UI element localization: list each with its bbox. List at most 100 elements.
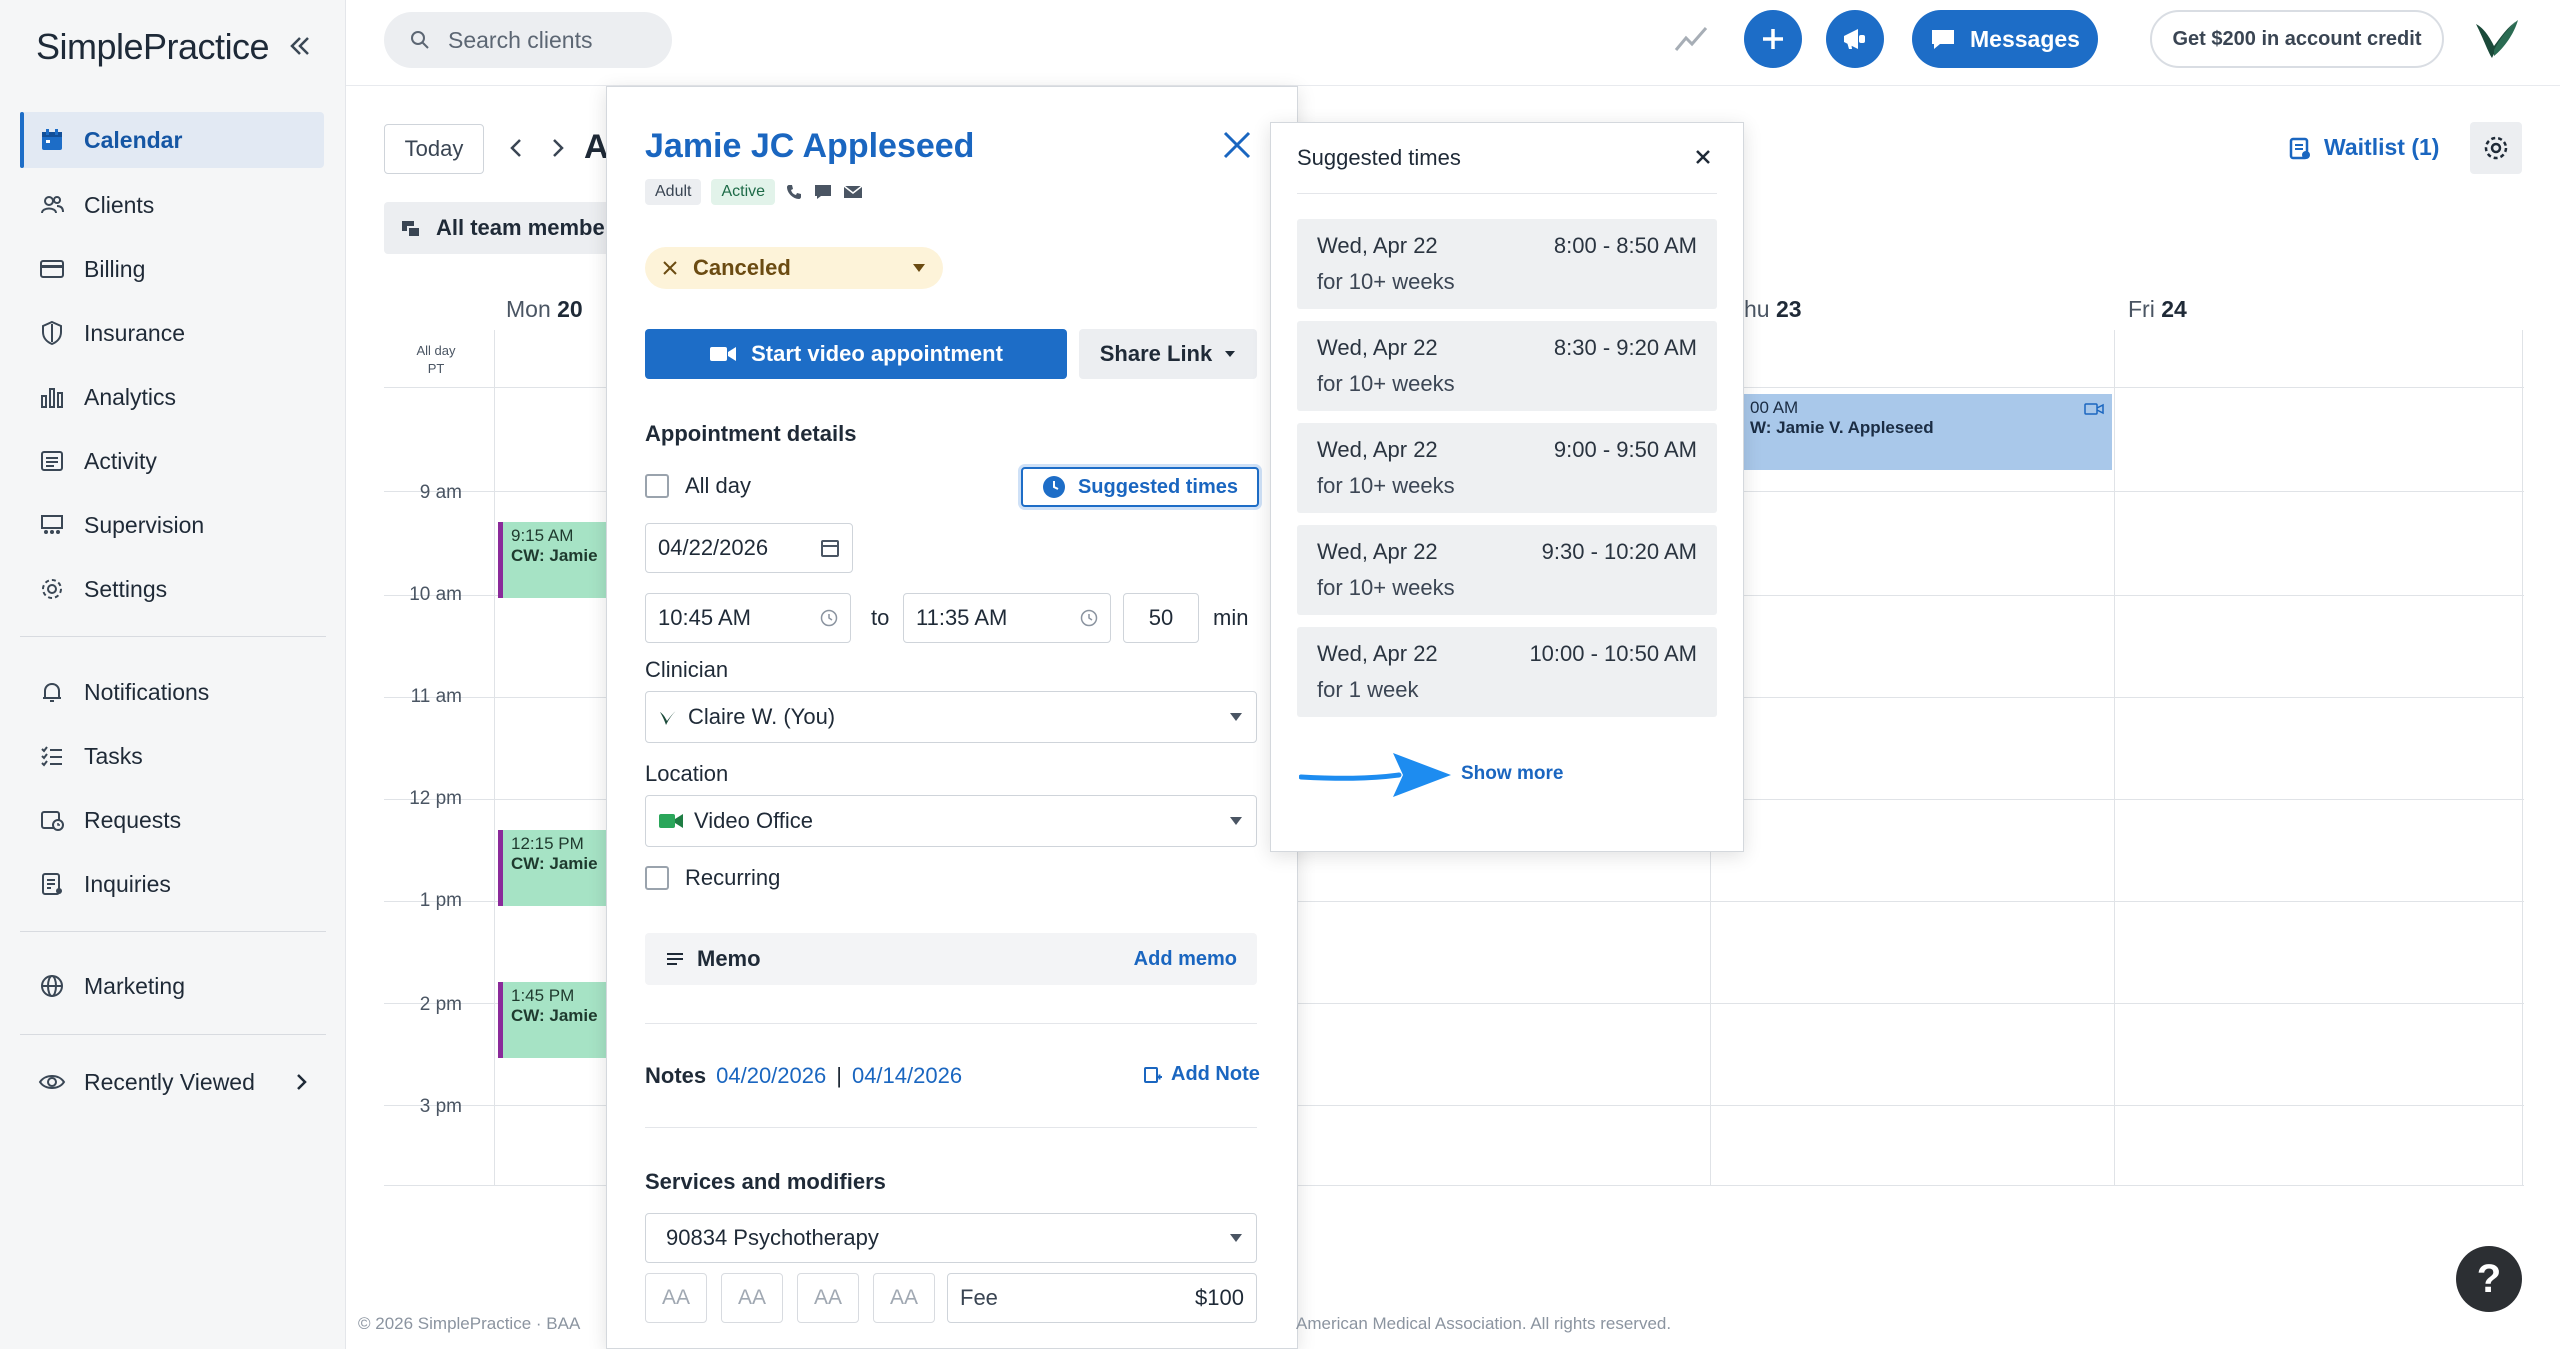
- calendar-event[interactable]: 12:15 PM CW: Jamie: [498, 830, 608, 906]
- sidebar-item-marketing[interactable]: Marketing: [20, 958, 324, 1014]
- start-time-field[interactable]: 10:45 AM: [645, 593, 851, 643]
- active-chip: Active: [711, 179, 776, 205]
- fee-value: $100: [1195, 1285, 1244, 1310]
- sidebar-item-label: Settings: [84, 575, 168, 602]
- sidebar-item-label: Inquiries: [84, 870, 171, 897]
- status-dropdown[interactable]: Canceled: [645, 247, 943, 289]
- sidebar-item-calendar[interactable]: Calendar: [20, 112, 324, 168]
- modifier-input[interactable]: AA: [721, 1273, 783, 1323]
- chevron-right-icon[interactable]: [548, 136, 568, 160]
- help-button[interactable]: ?: [2456, 1246, 2522, 1312]
- tasks-icon: [20, 743, 84, 769]
- sidebar-item-tasks[interactable]: Tasks: [20, 728, 324, 784]
- sidebar-item-notifications[interactable]: Notifications: [20, 664, 324, 720]
- calendar-event[interactable]: 9:15 AM CW: Jamie: [498, 522, 608, 598]
- start-time-value: 10:45 AM: [658, 605, 751, 630]
- simplepractice-logo[interactable]: SimplePractice: [36, 26, 270, 68]
- sidebar-item-clients[interactable]: Clients: [20, 177, 324, 233]
- trend-icon[interactable]: [1674, 24, 1708, 54]
- note-link[interactable]: 04/14/2026: [852, 1063, 962, 1089]
- phone-icon[interactable]: [785, 183, 803, 201]
- sidebar-item-supervision[interactable]: Supervision: [20, 497, 324, 553]
- sidebar-item-recently-viewed[interactable]: Recently Viewed: [20, 1054, 324, 1110]
- clock-icon: [1042, 476, 1065, 498]
- date-range-title: A: [584, 128, 609, 166]
- memo-lines-icon: [667, 953, 683, 965]
- caret-down-icon: [913, 264, 925, 272]
- suggested-slot[interactable]: Wed, Apr 22 10:00 - 10:50 AM for 1 week: [1297, 627, 1717, 717]
- sidebar-item-requests[interactable]: Requests: [20, 792, 324, 848]
- sidebar-divider: [20, 1034, 326, 1035]
- show-more-link[interactable]: Show more: [1461, 763, 1563, 785]
- sidebar-item-inquiries[interactable]: Inquiries: [20, 856, 324, 912]
- sidebar-item-activity[interactable]: Activity: [20, 433, 324, 489]
- collapse-sidebar-icon[interactable]: [284, 30, 316, 62]
- suggested-slot[interactable]: Wed, Apr 22 9:30 - 10:20 AM for 10+ weeks: [1297, 525, 1717, 615]
- note-link[interactable]: 04/20/2026: [716, 1063, 826, 1089]
- analytics-icon: [20, 384, 84, 410]
- all-day-checkbox-row[interactable]: All day: [645, 473, 751, 499]
- status-label: Canceled: [693, 255, 791, 280]
- modifier-input[interactable]: AA: [797, 1273, 859, 1323]
- fee-field[interactable]: Fee $100: [947, 1273, 1257, 1323]
- add-note-icon: [1144, 1066, 1162, 1083]
- clinician-select[interactable]: Claire W. (You): [645, 691, 1257, 743]
- date-field[interactable]: 04/22/2026: [645, 523, 853, 573]
- email-icon[interactable]: [843, 184, 863, 200]
- sidebar-item-insurance[interactable]: Insurance: [20, 305, 324, 361]
- day-header-fri: Fri 24: [2128, 296, 2187, 322]
- end-time-field[interactable]: 11:35 AM: [903, 593, 1111, 643]
- suggested-slot[interactable]: Wed, Apr 22 8:30 - 9:20 AM for 10+ weeks: [1297, 321, 1717, 411]
- calendar-event[interactable]: 1:45 PM CW: Jamie: [498, 982, 608, 1058]
- service-value: 90834 Psychotherapy: [666, 1225, 879, 1250]
- sidebar-item-analytics[interactable]: Analytics: [20, 369, 324, 425]
- close-icon[interactable]: [1693, 147, 1713, 167]
- sidebar-item-label: Calendar: [84, 126, 183, 153]
- client-name-link[interactable]: Jamie JC Appleseed: [645, 127, 974, 166]
- sidebar-item-billing[interactable]: Billing: [20, 241, 324, 297]
- waitlist-label: Waitlist (1): [2324, 134, 2440, 160]
- supervision-icon: [20, 512, 84, 538]
- duration-field[interactable]: 50: [1123, 593, 1199, 643]
- waitlist-button[interactable]: Waitlist (1): [2288, 134, 2439, 161]
- chevron-left-icon[interactable]: [506, 136, 526, 160]
- location-select[interactable]: Video Office: [645, 795, 1257, 847]
- announcements-button[interactable]: [1826, 10, 1884, 68]
- share-link-button[interactable]: Share Link: [1079, 329, 1257, 379]
- calendar-settings-button[interactable]: [2470, 122, 2522, 174]
- recurring-label: Recurring: [685, 865, 781, 890]
- to-label: to: [871, 605, 890, 630]
- message-icon[interactable]: [813, 183, 833, 201]
- modifier-input[interactable]: AA: [645, 1273, 707, 1323]
- add-button[interactable]: [1744, 10, 1802, 68]
- caret-down-icon: [1230, 1234, 1242, 1242]
- sidebar-item-label: Analytics: [84, 383, 177, 410]
- sidebar-item-settings[interactable]: Settings: [20, 561, 324, 617]
- add-note-button[interactable]: Add Note: [1143, 1063, 1260, 1086]
- time-label: 11 am: [410, 686, 462, 707]
- adult-chip: Adult: [645, 179, 702, 205]
- add-memo-link[interactable]: Add memo: [1134, 948, 1237, 971]
- account-credit-button[interactable]: Get $200 in account credit: [2150, 10, 2444, 68]
- suggested-slot[interactable]: Wed, Apr 22 9:00 - 9:50 AM for 10+ weeks: [1297, 423, 1717, 513]
- messages-button[interactable]: Messages: [1912, 10, 2098, 68]
- suggested-slot[interactable]: Wed, Apr 22 8:00 - 8:50 AM for 10+ weeks: [1297, 219, 1717, 309]
- start-video-button[interactable]: Start video appointment: [645, 329, 1067, 379]
- recurring-checkbox-row[interactable]: Recurring: [645, 865, 780, 891]
- search-icon: [411, 31, 429, 49]
- today-button[interactable]: Today: [384, 124, 484, 174]
- service-select[interactable]: 90834 Psychotherapy: [645, 1213, 1257, 1263]
- recurring-checkbox[interactable]: [645, 866, 669, 890]
- appointment-details-title: Appointment details: [645, 421, 857, 446]
- calendar-event[interactable]: 00 AM W: Jamie V. Appleseed: [1742, 394, 2112, 470]
- megaphone-icon: [1844, 29, 1865, 49]
- all-day-checkbox[interactable]: [645, 474, 669, 498]
- calendar-icon[interactable]: [820, 538, 840, 558]
- user-avatar-icon[interactable]: [2470, 12, 2522, 64]
- modifier-input[interactable]: AA: [873, 1273, 935, 1323]
- search-input[interactable]: Search clients: [384, 12, 672, 68]
- suggested-times-button[interactable]: Suggested times: [1021, 467, 1259, 507]
- team-member-filter[interactable]: All team membe: [384, 202, 614, 254]
- services-title: Services and modifiers: [645, 1169, 886, 1194]
- close-icon[interactable]: [1219, 127, 1255, 163]
